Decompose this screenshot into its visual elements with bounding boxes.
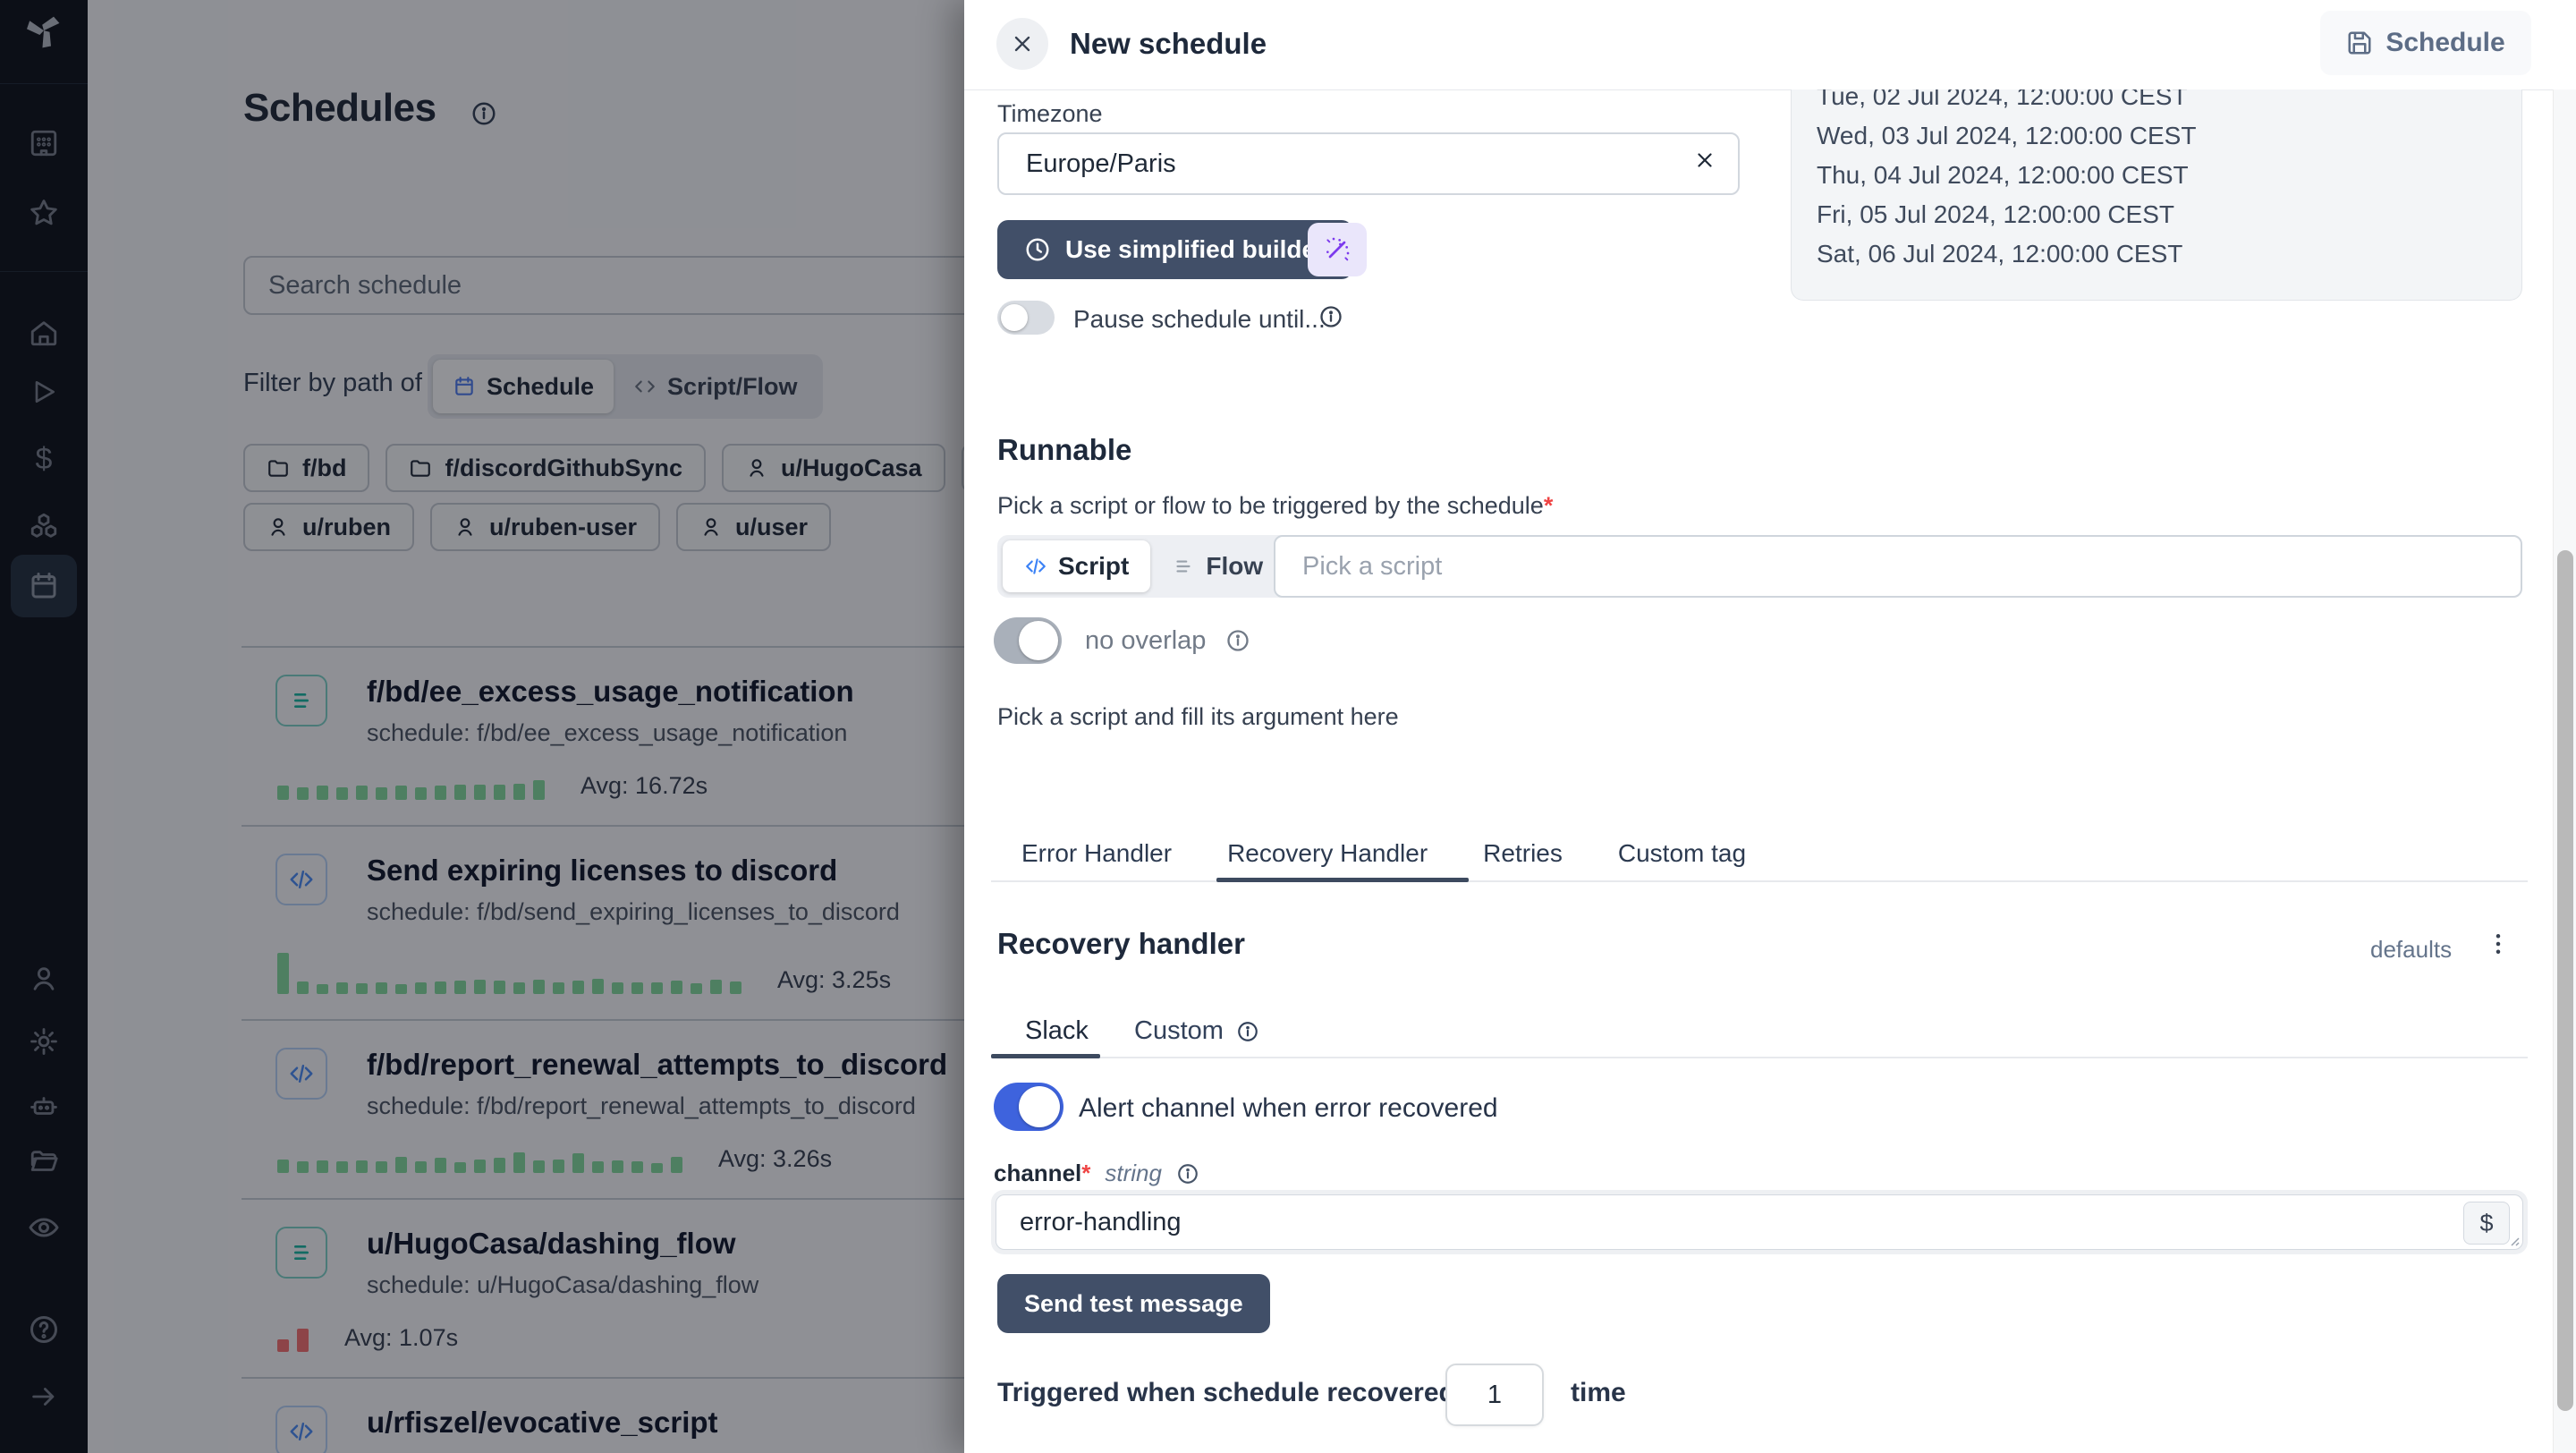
save-icon: [2346, 30, 2373, 56]
runnable-hint: Pick a script and fill its argument here: [997, 703, 1399, 731]
channel-value: error-handling: [1020, 1195, 1182, 1249]
close-icon: [1010, 31, 1035, 56]
close-button[interactable]: [996, 18, 1048, 70]
handler-tab[interactable]: Recovery Handler: [1227, 839, 1428, 868]
channel-field-name: channel*: [994, 1160, 1090, 1187]
timezone-label: Timezone: [997, 100, 1103, 128]
alert-channel-toggle[interactable]: [994, 1083, 1063, 1131]
script-toggle[interactable]: Script: [1003, 540, 1150, 592]
script-toggle-label: Script: [1058, 552, 1129, 581]
handler-tab[interactable]: Custom tag: [1618, 839, 1746, 868]
timezone-input[interactable]: Europe/Paris: [997, 132, 1740, 195]
recovery-handler-heading: Recovery handler: [997, 927, 1245, 961]
resize-handle-icon[interactable]: [2507, 1234, 2520, 1246]
channel-field-type: string: [1105, 1160, 1162, 1187]
handler-tab[interactable]: Retries: [1483, 839, 1563, 868]
preview-time: Sat, 06 Jul 2024, 12:00:00 CEST: [1817, 234, 2521, 274]
timezone-value: Europe/Paris: [1026, 149, 1176, 179]
channel-input[interactable]: error-handling $: [996, 1194, 2523, 1250]
flow-icon: [1172, 555, 1195, 578]
handler-tab[interactable]: Error Handler: [1021, 839, 1172, 868]
required-asterisk: *: [1544, 492, 1554, 519]
new-schedule-drawer: New schedule Schedule Timezone Europe/Pa…: [964, 0, 2576, 1453]
code-icon: [1024, 555, 1047, 578]
runnable-heading: Runnable: [997, 433, 1131, 467]
kebab-menu-icon[interactable]: [2485, 930, 2512, 962]
tab-custom-label: Custom: [1134, 1016, 1224, 1046]
schedule-preview-panel: Tue, 02 Jul 2024, 12:00:00 CESTWed, 03 J…: [1791, 89, 2522, 301]
preview-times-list: Tue, 02 Jul 2024, 12:00:00 CESTWed, 03 J…: [1792, 89, 2521, 274]
subtabs-divider: [991, 1057, 2528, 1058]
required-asterisk: *: [1081, 1160, 1090, 1186]
save-schedule-button[interactable]: Schedule: [2320, 11, 2531, 75]
no-overlap-toggle[interactable]: [994, 617, 1062, 664]
tab-custom[interactable]: Custom: [1134, 1016, 1259, 1046]
save-button-label: Schedule: [2385, 28, 2504, 58]
handler-tabs: Error Handler Recovery Handler Retries Cust…: [1021, 839, 1746, 868]
flow-toggle[interactable]: Flow: [1150, 540, 1284, 592]
clock-icon: [1024, 236, 1051, 263]
drawer-title: New schedule: [1070, 27, 1267, 61]
app-root: $ Schedules: [0, 0, 2576, 1453]
info-icon[interactable]: [1176, 1162, 1199, 1185]
pause-schedule-toggle[interactable]: [997, 301, 1055, 335]
magic-wand-icon: [1323, 235, 1352, 264]
flow-toggle-label: Flow: [1206, 552, 1263, 581]
recovered-times-input[interactable]: [1445, 1364, 1544, 1426]
active-tab-underline: [1216, 878, 1469, 882]
info-icon[interactable]: [1225, 628, 1250, 658]
drawer-backdrop[interactable]: [0, 0, 964, 1453]
time-label: time: [1571, 1378, 1626, 1408]
active-subtab-underline: [991, 1054, 1100, 1058]
defaults-link[interactable]: defaults: [2370, 936, 2452, 964]
preview-time: Thu, 04 Jul 2024, 12:00:00 CEST: [1817, 156, 2521, 195]
channel-input-wrapper: error-handling $: [991, 1190, 2528, 1254]
clear-icon[interactable]: [1693, 149, 1716, 179]
ai-wand-button[interactable]: [1308, 223, 1367, 276]
preview-time: Tue, 02 Jul 2024, 12:00:00 CEST: [1817, 89, 2521, 116]
channel-field-header: channel* string: [994, 1160, 1199, 1187]
runnable-requirement: Pick a script or flow to be triggered by…: [997, 492, 1553, 520]
simplified-builder-button[interactable]: Use simplified builder: [997, 220, 1352, 279]
info-icon[interactable]: [1318, 304, 1343, 334]
preview-time: Wed, 03 Jul 2024, 12:00:00 CEST: [1817, 116, 2521, 156]
info-icon: [1236, 1020, 1259, 1043]
triggered-label: Triggered when schedule recovered: [997, 1378, 1455, 1408]
pick-script-input[interactable]: [1274, 535, 2522, 598]
preview-time: Fri, 05 Jul 2024, 12:00:00 CEST: [1817, 195, 2521, 234]
builder-button-label: Use simplified builder: [1065, 235, 1326, 264]
send-test-message-button[interactable]: Send test message: [997, 1274, 1270, 1333]
pause-schedule-label: Pause schedule until...: [1073, 305, 1326, 334]
tab-slack[interactable]: Slack: [1025, 1016, 1089, 1046]
script-flow-toggle-group: Script Flow: [997, 535, 1290, 598]
scrollbar-thumb[interactable]: [2557, 550, 2573, 1411]
no-overlap-label: no overlap: [1085, 626, 1206, 656]
alert-channel-label: Alert channel when error recovered: [1079, 1093, 1498, 1124]
drawer-scrollbar[interactable]: [2553, 89, 2576, 1453]
variable-picker-button[interactable]: $: [2463, 1202, 2510, 1245]
